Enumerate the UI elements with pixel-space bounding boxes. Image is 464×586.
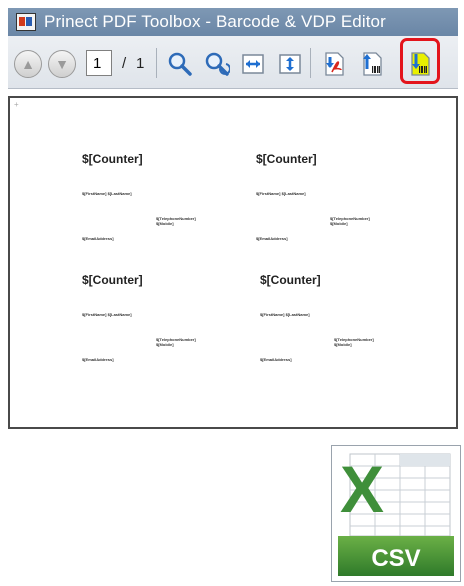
fit-width-button[interactable]	[239, 50, 267, 78]
page-number-input[interactable]: 1	[86, 50, 112, 76]
toolbar: ▲ ▼ 1 / 1	[8, 36, 458, 89]
counter-field: $[Counter]	[82, 152, 143, 166]
window-title: Prinect PDF Toolbox - Barcode & VDP Edit…	[44, 12, 386, 31]
previous-page-button[interactable]: ▲	[14, 50, 42, 78]
app-icon	[16, 13, 36, 31]
toolbar-divider	[310, 48, 311, 78]
csv-letter: X	[340, 452, 384, 526]
zoom-icon	[168, 52, 192, 76]
zoom-reset-button[interactable]	[203, 50, 231, 78]
vdp-card: $[Counter] $[FirstName] $[LastName] $[Te…	[82, 273, 242, 383]
fit-height-button[interactable]	[276, 50, 304, 78]
fit-height-icon	[279, 54, 301, 74]
mobile-field: $[Mobile]	[156, 221, 174, 226]
counter-field: $[Counter]	[256, 152, 317, 166]
name-field: $[FirstName] $[LastName]	[82, 191, 132, 196]
mobile-field: $[Mobile]	[330, 221, 348, 226]
vdp-card: $[Counter] $[FirstName] $[LastName] $[Te…	[260, 273, 420, 383]
name-field: $[FirstName] $[LastName]	[82, 312, 132, 317]
corner-marker: +	[14, 100, 19, 109]
toolbar-divider	[156, 48, 157, 78]
arrow-down-icon: ▼	[55, 56, 69, 72]
vdp-card: $[Counter] $[FirstName] $[LastName] $[Te…	[256, 152, 416, 262]
counter-field: $[Counter]	[260, 273, 321, 287]
name-field: $[FirstName] $[LastName]	[256, 191, 306, 196]
email-field: $[EmailAddress]	[82, 357, 114, 362]
csv-label: CSV	[371, 545, 420, 572]
open-pdf-button[interactable]	[320, 50, 348, 78]
highlight-annotation	[400, 38, 440, 84]
mobile-field: $[Mobile]	[156, 342, 174, 347]
counter-field: $[Counter]	[82, 273, 143, 287]
document-preview: + $[Counter] $[FirstName] $[LastName] $[…	[8, 96, 458, 429]
next-page-button[interactable]: ▼	[48, 50, 76, 78]
title-bar: Prinect PDF Toolbox - Barcode & VDP Edit…	[8, 8, 458, 36]
email-field: $[EmailAddress]	[256, 236, 288, 241]
mobile-field: $[Mobile]	[334, 342, 352, 347]
page-total: 1	[136, 55, 145, 72]
pdf-icon	[325, 52, 344, 76]
zoom-refresh-icon	[205, 52, 230, 76]
vdp-card: $[Counter] $[FirstName] $[LastName] $[Te…	[82, 152, 242, 262]
import-barcode-button[interactable]	[358, 50, 386, 78]
email-field: $[EmailAddress]	[82, 236, 114, 241]
fit-width-icon	[242, 54, 264, 74]
csv-file-icon: X CSV	[331, 445, 461, 582]
name-field: $[FirstName] $[LastName]	[260, 312, 310, 317]
barcode-import-icon	[363, 52, 382, 76]
email-field: $[EmailAddress]	[260, 357, 292, 362]
page-separator: /	[122, 55, 127, 72]
zoom-button[interactable]	[166, 50, 194, 78]
arrow-up-icon: ▲	[21, 56, 35, 72]
